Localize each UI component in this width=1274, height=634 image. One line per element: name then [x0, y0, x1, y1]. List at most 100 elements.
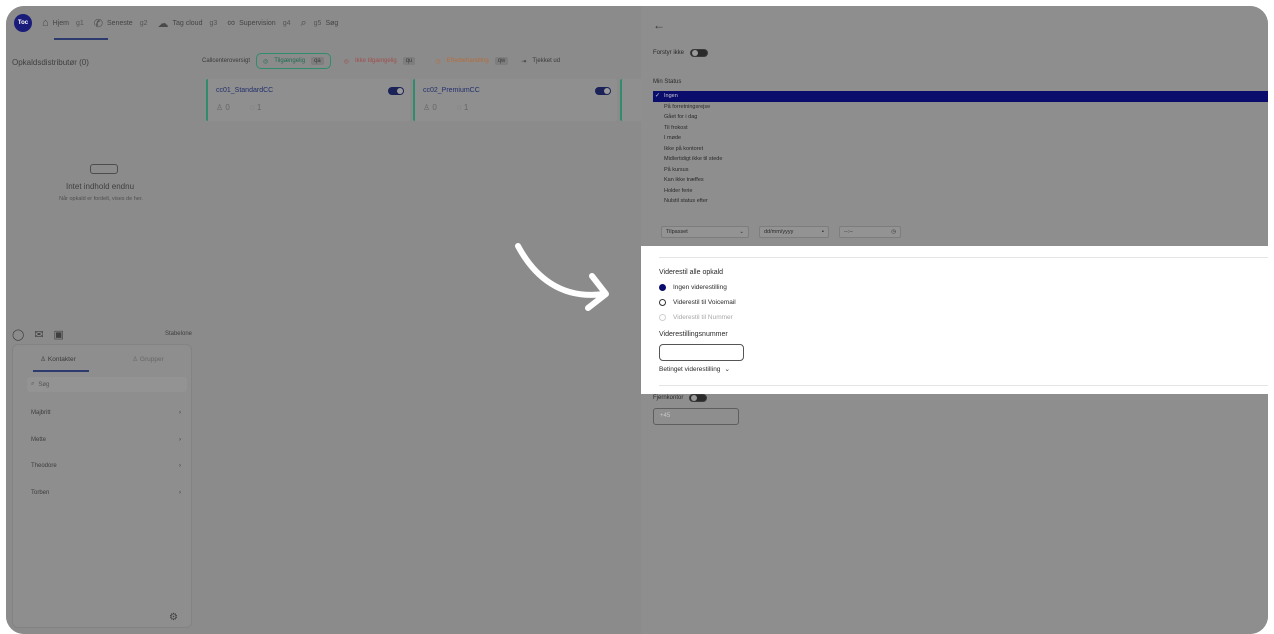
status-option-selected[interactable]: Ingen [653, 91, 1268, 102]
radio-selected[interactable] [659, 284, 666, 291]
nav-search-label: Søg [325, 19, 339, 27]
reset-time-input[interactable]: --:-- ◷ [839, 226, 901, 238]
contacts-panel: ♙ Kontakter ♙ Grupper ⌕ Søg Majbritt › M… [12, 344, 192, 628]
empty-state-title: Intet indhold endnu [65, 182, 135, 191]
remote-office-toggle[interactable] [689, 394, 708, 402]
logout-label[interactable]: Tjekket ud [532, 58, 560, 64]
queue-icon: ◌ [249, 103, 255, 112]
empty-state-icon [90, 164, 118, 174]
filter-unavailable-label: Ikke tilgængelig [355, 58, 397, 64]
list-item[interactable]: Theodore › [31, 460, 181, 472]
agents-count-value: 0 [225, 103, 230, 112]
queue-count: ◌ 1 [457, 103, 468, 112]
tab-contacts[interactable]: ♙ Kontakter [13, 355, 103, 369]
mail-icon[interactable]: ✉ [34, 328, 43, 341]
filter-available-label: Tilgængelig [274, 58, 306, 64]
forward-number-input[interactable] [659, 344, 744, 361]
status-option[interactable]: I møde [653, 133, 1268, 144]
queue-count-value: 1 [463, 103, 469, 112]
nav-home[interactable]: ⌂ Hjem g1 [42, 17, 84, 29]
list-item[interactable]: Majbritt › [31, 407, 181, 419]
chevron-down-icon: ⌄ [739, 229, 744, 235]
nav-home-label: Hjem [52, 19, 69, 27]
queue-icon: ◌ [456, 103, 462, 112]
agents-count-value: 0 [432, 103, 437, 112]
status-option[interactable]: På forretningsrejse [653, 102, 1268, 113]
calendar-icon: ▪ [822, 229, 824, 235]
filter-available[interactable]: ◎ Tilgængelig qa [256, 53, 331, 69]
divider [659, 257, 1268, 258]
left-column: Opkaldsdistributør (0) Intet indhold end… [6, 46, 194, 634]
user-settings-icon[interactable]: ⚙ [169, 612, 178, 623]
status-option[interactable]: Kan ikke træffes [653, 175, 1268, 186]
do-not-disturb-row: Forstyr ikke [653, 49, 709, 57]
reset-status-row: Tilpasset ⌄ dd/mm/yyyy ▪ --:-- ◷ [661, 226, 901, 238]
forward-option-voicemail[interactable]: Viderestil til Voicemail [659, 299, 736, 306]
contact-name: Mette [31, 437, 47, 443]
filter-wrapup[interactable]: ◷ Efterbehandling qw [428, 53, 516, 69]
nav-supervision-label: Supervision [239, 19, 276, 27]
reset-preset-select[interactable]: Tilpasset ⌄ [661, 226, 749, 238]
reset-time-placeholder: --:-- [844, 229, 853, 235]
list-item[interactable]: Mette › [31, 434, 181, 446]
status-option[interactable]: På kursus [653, 165, 1268, 176]
agents-count: ♙ 0 [216, 103, 230, 112]
search-icon: ⌕ [300, 16, 307, 29]
contacts-search-input[interactable]: ⌕ Søg [27, 377, 187, 392]
nav-search[interactable]: ⌕ g5 Søg [300, 17, 338, 30]
filter-available-key: qa [311, 57, 324, 65]
nav-supervision[interactable]: ∞ Supervision g4 [227, 17, 290, 29]
status-option[interactable]: Midlertidigt ikke til stede [653, 154, 1268, 165]
callcenter-card[interactable]: cc02_PremiumCC ♙ 0 ◌ 1 [413, 79, 617, 121]
status-option[interactable]: Gået for i dag [653, 112, 1268, 123]
chat-icon[interactable]: ◯ [12, 328, 24, 341]
callcenter-toggle[interactable] [388, 87, 404, 95]
distributor-title: Opkaldsdistributør (0) [12, 58, 89, 67]
tab-contacts-label: Kontakter [47, 356, 76, 363]
contact-name: Majbritt [31, 410, 51, 416]
status-option[interactable]: Holder ferie [653, 186, 1268, 197]
search-icon: ⌕ [31, 381, 35, 387]
contacts-toolbar-label[interactable]: Stabelone [165, 331, 192, 337]
forward-option-number: Viderestil til Nummer [659, 314, 733, 321]
logout-icon[interactable]: ⇥ [521, 58, 526, 65]
list-item[interactable]: Torben › [31, 487, 181, 499]
person-icon: ♙ [216, 103, 224, 112]
nav-recent-label: Seneste [107, 19, 133, 27]
contacts-toolbar: ◯ ✉ ▣ Stabelone [12, 326, 192, 342]
radio[interactable] [659, 299, 666, 306]
remote-office-row: Fjernkontor [653, 394, 708, 402]
callcenter-toggle[interactable] [595, 87, 611, 95]
nav-tag-cloud-label: Tag cloud [172, 19, 203, 27]
avatar[interactable]: Toc [14, 14, 32, 32]
reset-preset-value: Tilpasset [666, 229, 688, 235]
status-option[interactable]: Ikke på kontoret [653, 144, 1268, 155]
forward-option-label: Viderestil til Nummer [673, 314, 733, 321]
tab-groups[interactable]: ♙ Grupper [103, 355, 193, 369]
forward-all-title: Viderestil alle opkald [659, 269, 724, 276]
chevron-right-icon: › [179, 437, 181, 443]
phone-icon: ✆ [93, 17, 104, 30]
callcenter-header: Callcenteroversigt ◎ Tilgængelig qa ◎ Ik… [202, 52, 642, 70]
do-not-disturb-toggle[interactable] [690, 49, 709, 57]
conditional-forwarding-toggle[interactable]: Betinget viderestilling ⌄ [659, 365, 730, 374]
nav-supervision-shortcut: g4 [282, 19, 291, 27]
nav-home-shortcut: g1 [76, 19, 84, 27]
nav-recent[interactable]: ✆ Seneste g2 [94, 17, 148, 30]
headset-icon: ◎ [263, 58, 269, 65]
contact-card-icon[interactable]: ▣ [54, 328, 64, 341]
callcenter-card[interactable]: cc01_StandardCC ♙ 0 ◌ 1 [206, 79, 410, 121]
nav-recent-shortcut: g2 [139, 19, 148, 27]
cloud-icon: ☁ [157, 17, 169, 30]
radio-disabled [659, 314, 666, 321]
callcenter-name: cc02_PremiumCC [423, 87, 480, 94]
forward-number-label: Viderestillingsnummer [659, 331, 728, 338]
reset-date-input[interactable]: dd/mm/yyyy ▪ [759, 226, 829, 238]
arrow-left-icon[interactable]: ← [653, 18, 665, 32]
remote-office-number-field[interactable]: +45 [653, 408, 739, 425]
forward-option-none[interactable]: Ingen viderestilling [659, 284, 727, 291]
status-option[interactable]: Til frokost [653, 123, 1268, 134]
filter-unavailable[interactable]: ◎ Ikke tilgængelig qu [336, 53, 423, 69]
nav-tag-cloud[interactable]: ☁ Tag cloud g3 [158, 17, 218, 30]
home-icon: ⌂ [42, 17, 49, 29]
